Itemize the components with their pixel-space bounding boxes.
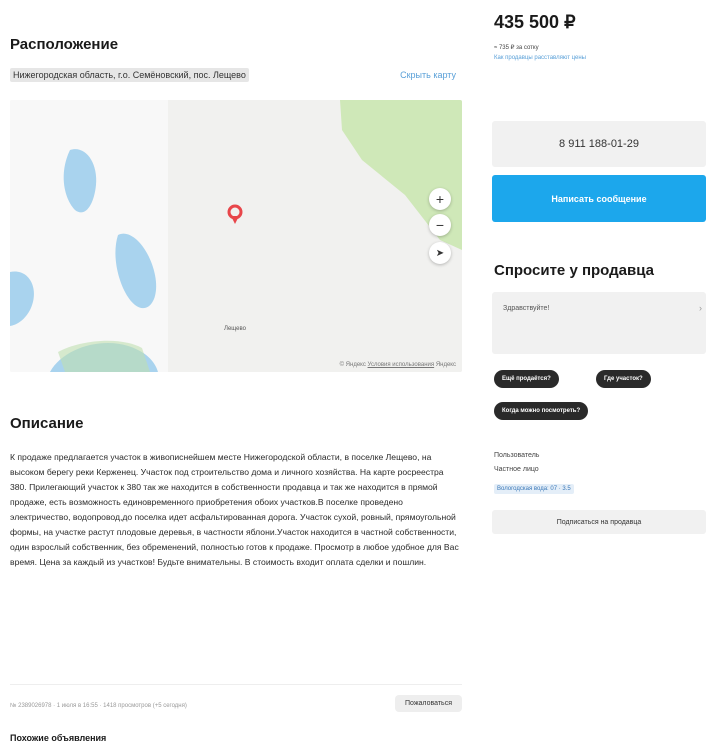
map-left-area: [10, 100, 168, 372]
map-attribution: © Яндекс Условия использования Яндекс: [339, 362, 456, 368]
location-title: Расположение: [10, 36, 119, 53]
show-phone-button[interactable]: 8 911 188-01-29: [492, 121, 706, 167]
description-title: Описание: [10, 415, 84, 432]
listing-meta-text: № 2389026978 · 1 июля в 16:55 · 1418 про…: [10, 703, 187, 709]
write-message-button[interactable]: Написать сообщение: [492, 175, 706, 222]
navigation-arrow-icon: ➤: [435, 247, 445, 259]
quick-question-chip[interactable]: Ещё продаётся?: [494, 370, 559, 388]
price: 435 500 ₽: [494, 12, 576, 32]
description-text: К продаже предлагается участок в живопис…: [10, 452, 459, 567]
address-text: Нижегородская область, г.о. Семёновский,…: [10, 68, 249, 82]
map-view[interactable]: Лещево + − ➤ © Яндекс Условия использова…: [10, 100, 462, 372]
ask-seller-input[interactable]: Здравствуйте! ›: [492, 292, 706, 354]
map-pin-label: Лещево: [224, 326, 246, 332]
send-arrow-icon[interactable]: ›: [699, 303, 702, 313]
ask-seller-text: Здравствуйте!: [503, 305, 550, 312]
subscribe-seller-button[interactable]: Подписаться на продавца: [492, 510, 706, 534]
price-info-link[interactable]: Как продавцы расставляют цены: [494, 55, 586, 61]
ask-seller-title: Спросите у продавца: [494, 262, 654, 279]
quick-question-chip[interactable]: Где участок?: [596, 370, 651, 388]
quick-question-chip[interactable]: Когда можно посмотреть?: [494, 402, 589, 420]
zoom-in-button[interactable]: +: [429, 188, 451, 210]
zoom-out-button[interactable]: −: [429, 214, 451, 236]
listing-meta: № 2389026978 · 1 июля в 16:55 · 1418 про…: [10, 684, 462, 723]
seller-badge: Вологодская вода: 07 · 3.5: [494, 484, 574, 494]
similar-listings-title: Похожие объявления: [10, 733, 107, 743]
seller-name[interactable]: Пользователь: [494, 452, 539, 459]
locate-me-button[interactable]: ➤: [429, 242, 451, 264]
complain-button[interactable]: Пожаловаться: [394, 695, 462, 712]
seller-type: Частное лицо: [494, 466, 539, 473]
map-terms-link[interactable]: Условия использования: [368, 362, 435, 368]
hide-map-link[interactable]: Скрыть карту: [400, 70, 456, 80]
price-per-unit: ≈ 735 ₽ за сотку: [494, 45, 539, 51]
